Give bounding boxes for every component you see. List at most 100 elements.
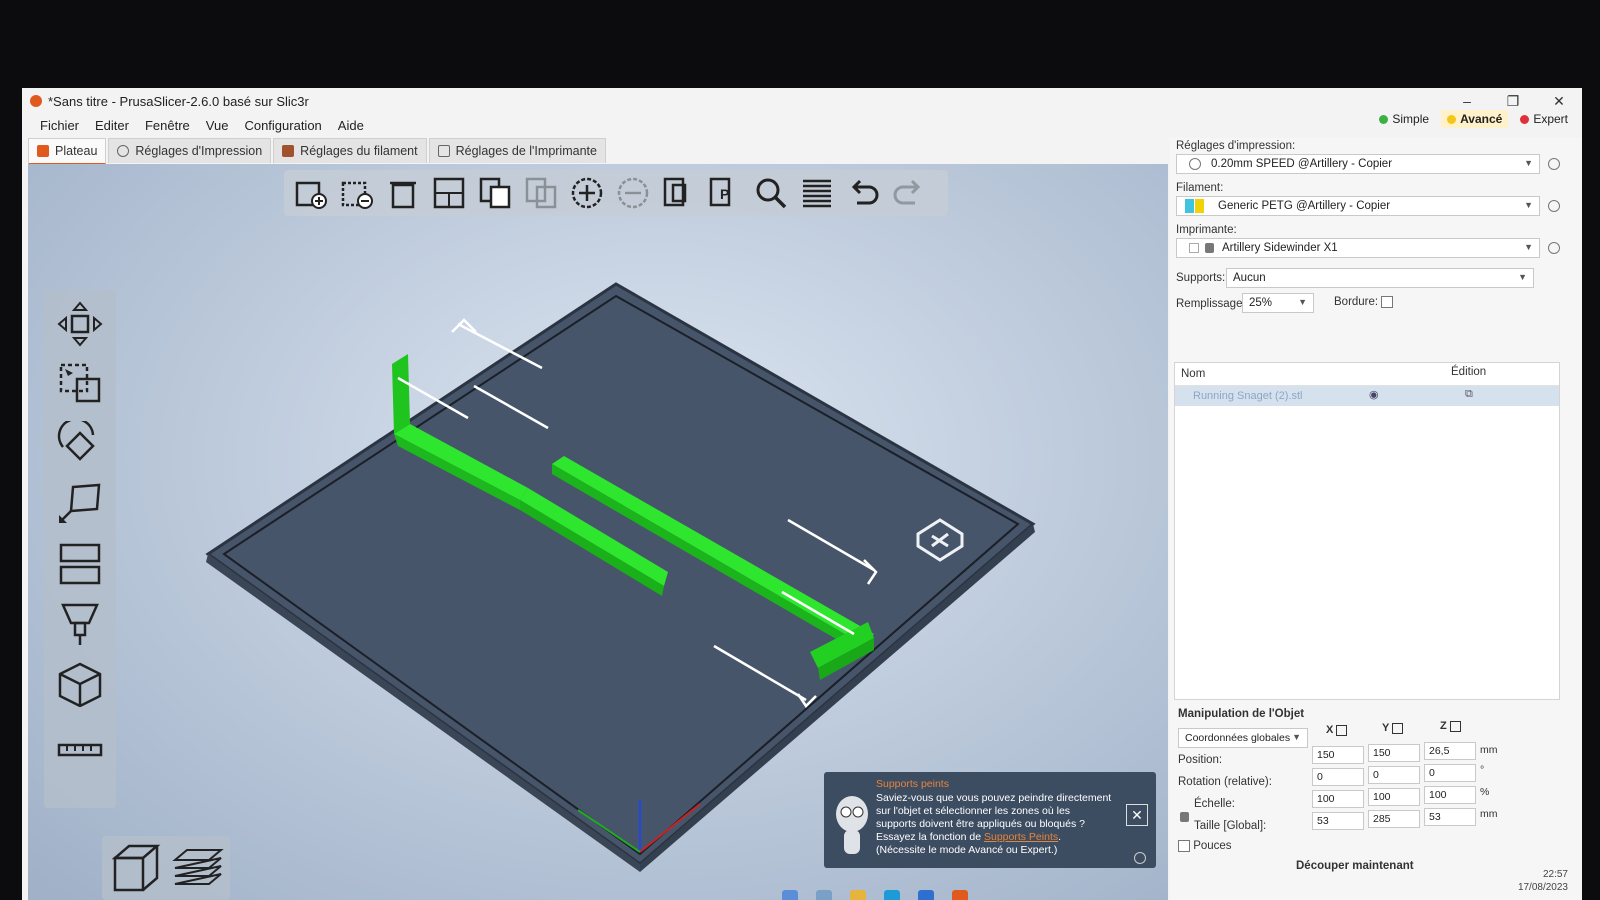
delete-all-icon[interactable] xyxy=(382,172,424,214)
mode-selector: Simple Avancé Expert xyxy=(1373,110,1574,128)
view-mode-switch xyxy=(102,836,230,900)
tab-print-settings[interactable]: Réglages d'Impression xyxy=(108,138,272,163)
menu-aide[interactable]: Aide xyxy=(330,118,372,133)
position-y-field[interactable]: 150 xyxy=(1368,744,1420,762)
main-toolbar: P xyxy=(284,170,948,216)
close-icon[interactable]: ✕ xyxy=(1126,804,1148,826)
rotation-y-field[interactable]: 0 xyxy=(1368,766,1420,784)
filament-edit-icon[interactable] xyxy=(1548,200,1560,212)
explorer-icon[interactable] xyxy=(850,890,866,900)
rotate-icon[interactable] xyxy=(50,418,110,470)
position-label: Position: xyxy=(1178,754,1223,766)
measure-icon[interactable] xyxy=(50,718,110,770)
supports-combo[interactable]: Aucun ▼ xyxy=(1226,268,1534,288)
print-settings-icon xyxy=(117,145,130,157)
system-tray: 22:57 17/08/2023 xyxy=(1518,868,1568,894)
size-z-field[interactable]: 53 xyxy=(1424,808,1476,826)
split-objects-icon[interactable] xyxy=(658,172,700,214)
paste-icon[interactable] xyxy=(520,172,562,214)
gear-icon[interactable] xyxy=(1134,852,1146,864)
scale-x-field[interactable]: 100 xyxy=(1312,790,1364,808)
scale-y-field[interactable]: 100 xyxy=(1368,788,1420,806)
rotation-z-field[interactable]: 0 xyxy=(1424,764,1476,782)
measure-box-icon[interactable] xyxy=(50,658,110,710)
scale-icon[interactable] xyxy=(50,478,110,530)
mode-simple-button[interactable]: Simple xyxy=(1373,110,1435,128)
slice-now-button[interactable]: Découper maintenant xyxy=(1296,860,1414,872)
layers-editing-icon[interactable] xyxy=(796,172,838,214)
hint-link[interactable]: Supports Peints xyxy=(984,831,1058,843)
filament-label: Filament: xyxy=(1176,182,1224,194)
chevron-down-icon: ▼ xyxy=(1524,242,1533,252)
axis-y-header: Y xyxy=(1382,722,1404,734)
search-icon[interactable] xyxy=(816,890,832,900)
scale-z-field[interactable]: 100 xyxy=(1424,786,1476,804)
rotation-label: Rotation (relative): xyxy=(1178,776,1272,788)
scale-label: Échelle: xyxy=(1194,798,1235,810)
scale-unit: % xyxy=(1480,786,1490,798)
object-manipulation-title: Manipulation de l'Objet xyxy=(1178,708,1305,720)
window-title: *Sans titre - PrusaSlicer-2.6.0 basé sur… xyxy=(48,93,309,109)
printer-edit-icon[interactable] xyxy=(1548,242,1560,254)
coordinates-combo[interactable]: Coordonnées globales ▼ xyxy=(1178,728,1308,748)
remove-instance-icon[interactable] xyxy=(612,172,654,214)
search-icon[interactable] xyxy=(750,172,792,214)
3d-view-icon[interactable] xyxy=(107,840,163,896)
drop-to-bed-icon[interactable] xyxy=(1336,724,1348,736)
print-settings-edit-icon[interactable] xyxy=(1548,158,1560,170)
hint-mascot-icon xyxy=(836,796,868,854)
print-settings-combo[interactable]: 0.20mm SPEED @Artillery - Copier ▼ xyxy=(1176,154,1540,174)
menu-editer[interactable]: Editer xyxy=(87,118,137,133)
printer-combo[interactable]: Artillery Sidewinder X1 ▼ xyxy=(1176,238,1540,258)
rotation-x-field[interactable]: 0 xyxy=(1312,768,1364,786)
edge-icon[interactable] xyxy=(884,890,900,900)
mode-advanced-button[interactable]: Avancé xyxy=(1441,110,1509,128)
eye-icon[interactable]: ◉ xyxy=(1369,388,1379,401)
windows-icon[interactable] xyxy=(782,890,798,900)
mode-expert-button[interactable]: Expert xyxy=(1514,110,1574,128)
menu-configuration[interactable]: Configuration xyxy=(236,118,329,133)
menu-vue[interactable]: Vue xyxy=(198,118,237,133)
3d-viewport[interactable]: P Supports peints Saviez-vous que vous p… xyxy=(28,164,1168,900)
size-y-field[interactable]: 285 xyxy=(1368,810,1420,828)
printer-label: Imprimante: xyxy=(1176,224,1237,236)
arrange-icon[interactable] xyxy=(428,172,470,214)
axis-x-header: X xyxy=(1326,724,1348,736)
prusaslicer-taskbar-icon[interactable] xyxy=(952,890,968,900)
size-x-field[interactable]: 53 xyxy=(1312,812,1364,830)
menu-fichier[interactable]: Fichier xyxy=(32,118,87,133)
move-icon[interactable] xyxy=(50,298,110,350)
delete-icon[interactable] xyxy=(336,172,378,214)
infill-combo[interactable]: 25% ▼ xyxy=(1242,293,1314,313)
add-instance-icon[interactable] xyxy=(566,172,608,214)
copy-icon[interactable] xyxy=(474,172,516,214)
preview-layers-icon[interactable] xyxy=(169,840,225,896)
position-z-field[interactable]: 26,5 xyxy=(1424,742,1476,760)
chevron-down-icon: ▼ xyxy=(1298,297,1307,307)
select-icon[interactable] xyxy=(50,358,110,410)
hint-notification: Supports peints Saviez-vous que vous pou… xyxy=(824,772,1156,868)
object-name: Running Snaget (2).stl xyxy=(1193,390,1303,402)
filament-combo[interactable]: Generic PETG @Artillery - Copier ▼ xyxy=(1176,196,1540,216)
store-icon[interactable] xyxy=(918,890,934,900)
inches-checkbox[interactable] xyxy=(1178,840,1190,852)
tab-plateau[interactable]: Plateau xyxy=(28,138,107,165)
place-on-face-icon[interactable] xyxy=(50,598,110,650)
tab-printer-settings[interactable]: Réglages de l'Imprimante xyxy=(428,138,606,163)
brim-checkbox[interactable] xyxy=(1381,296,1394,308)
chevron-down-icon: ▼ xyxy=(1518,272,1527,282)
lock-icon[interactable] xyxy=(1180,812,1189,822)
edit-icon[interactable]: ⧉ xyxy=(1465,388,1473,401)
position-x-field[interactable]: 150 xyxy=(1312,746,1364,764)
menu-fenetre[interactable]: Fenêtre xyxy=(137,118,198,133)
add-icon[interactable] xyxy=(290,172,332,214)
menu-bar: Fichier Editer Fenêtre Vue Configuration… xyxy=(22,114,372,136)
redo-icon[interactable] xyxy=(888,172,930,214)
cut-icon[interactable] xyxy=(50,538,110,590)
drop-to-bed-icon[interactable] xyxy=(1449,720,1461,732)
drop-to-bed-icon[interactable] xyxy=(1392,722,1404,734)
object-row[interactable]: Running Snaget (2).stl ◉ ⧉ xyxy=(1175,386,1559,406)
split-parts-icon[interactable]: P xyxy=(704,172,746,214)
undo-icon[interactable] xyxy=(842,172,884,214)
tab-filament-settings[interactable]: Réglages du filament xyxy=(273,138,427,163)
